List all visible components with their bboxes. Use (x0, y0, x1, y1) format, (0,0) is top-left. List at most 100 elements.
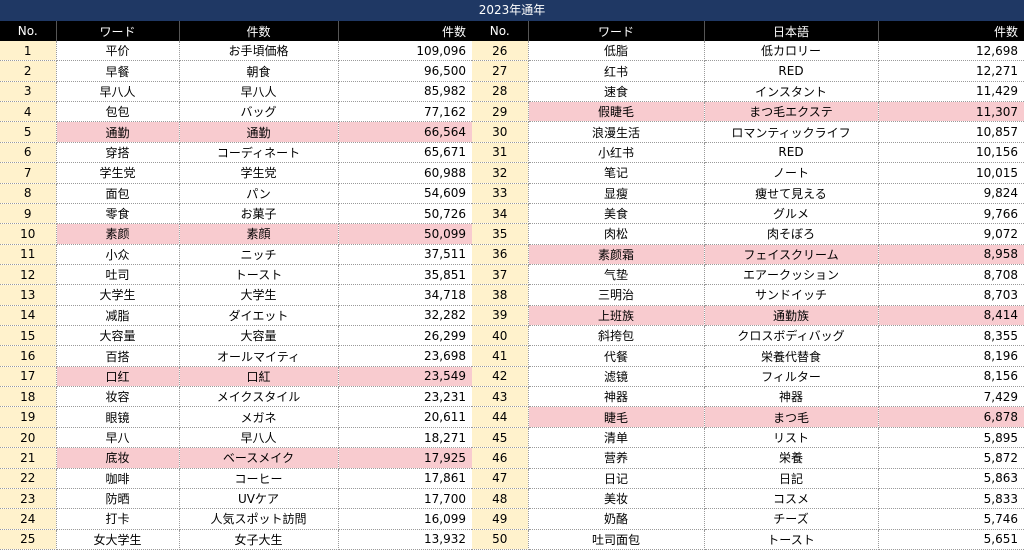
cell-word: 素颜 (56, 223, 180, 245)
cell-count: 8,355 (878, 325, 1024, 347)
cell-word: 减脂 (56, 305, 180, 327)
table-row: 7 学生党 学生党 60,988 (0, 162, 472, 184)
table-row: 12 吐司 トースト 35,851 (0, 264, 472, 286)
cell-word: 清单 (528, 427, 705, 449)
cell-word: 穿搭 (56, 142, 180, 164)
header-count: 件数 (878, 21, 1024, 41)
table-row: 30 浪漫生活 ロマンティックライフ 10,857 (472, 121, 1024, 143)
cell-jp: ニッチ (179, 244, 339, 265)
cell-count: 37,511 (338, 244, 472, 265)
cell-word: 口红 (56, 366, 180, 388)
cell-count: 8,156 (878, 366, 1024, 388)
cell-jp: 栄養代替食 (704, 345, 879, 367)
header-count: 件数 (338, 21, 472, 41)
table-row: 27 红书 RED 12,271 (472, 60, 1024, 82)
table-row: 44 睫毛 まつ毛 6,878 (472, 406, 1024, 428)
cell-count: 9,766 (878, 203, 1024, 225)
table-row: 6 穿搭 コーディネート 65,671 (0, 142, 472, 164)
table-row: 1 平价 お手頃価格 109,096 (0, 41, 472, 62)
cell-jp: チーズ (704, 508, 879, 530)
cell-count: 50,726 (338, 203, 472, 225)
table-row: 50 吐司面包 トースト 5,651 (472, 529, 1024, 550)
cell-word: 女大学生 (56, 529, 180, 550)
table-row: 2 早餐 朝食 96,500 (0, 60, 472, 82)
table-row: 26 低脂 低カロリー 12,698 (472, 41, 1024, 62)
cell-word: 笔记 (528, 162, 705, 184)
table-row: 14 减脂 ダイエット 32,282 (0, 305, 472, 327)
cell-jp: 大学生 (179, 284, 339, 306)
cell-no: 38 (472, 284, 529, 306)
cell-no: 23 (0, 488, 57, 510)
cell-word: 肉松 (528, 223, 705, 245)
cell-jp: コーヒー (179, 468, 339, 489)
cell-no: 3 (0, 81, 57, 103)
cell-count: 96,500 (338, 60, 472, 82)
cell-no: 34 (472, 203, 529, 225)
cell-jp: ダイエット (179, 305, 339, 327)
table-title: 2023年通年 (0, 0, 1024, 21)
cell-count: 8,958 (878, 244, 1024, 265)
cell-no: 10 (0, 223, 57, 245)
cell-no: 37 (472, 264, 529, 286)
header-row: No. ワード 件数 件数 (0, 21, 472, 41)
cell-no: 5 (0, 121, 57, 143)
cell-count: 17,861 (338, 468, 472, 489)
table-row: 40 斜挎包 クロスボディバッグ 8,355 (472, 325, 1024, 347)
cell-word: 咖啡 (56, 468, 180, 489)
cell-jp: RED (704, 60, 879, 82)
cell-count: 13,932 (338, 529, 472, 550)
cell-jp: UVケア (179, 488, 339, 510)
table-row: 28 速食 インスタント 11,429 (472, 81, 1024, 103)
table-row: 24 打卡 人気スポット訪問 16,099 (0, 508, 472, 530)
cell-jp: 素顔 (179, 223, 339, 245)
table-row: 22 咖啡 コーヒー 17,861 (0, 468, 472, 489)
table-row: 32 笔记 ノート 10,015 (472, 162, 1024, 184)
cell-no: 46 (472, 447, 529, 469)
cell-no: 44 (472, 406, 529, 428)
cell-jp: エアークッション (704, 264, 879, 286)
cell-no: 6 (0, 142, 57, 164)
cell-no: 24 (0, 508, 57, 530)
cell-count: 5,833 (878, 488, 1024, 510)
cell-jp: サンドイッチ (704, 284, 879, 306)
cell-no: 12 (0, 264, 57, 286)
cell-count: 5,863 (878, 468, 1024, 489)
cell-no: 39 (472, 305, 529, 327)
table-row: 18 妆容 メイクスタイル 23,231 (0, 386, 472, 408)
cell-jp: 神器 (704, 386, 879, 408)
cell-word: 假睫毛 (528, 101, 705, 123)
cell-word: 学生党 (56, 162, 180, 184)
cell-jp: ベースメイク (179, 447, 339, 469)
cell-no: 33 (472, 183, 529, 204)
cell-count: 32,282 (338, 305, 472, 327)
cell-count: 23,549 (338, 366, 472, 388)
table-row: 20 早八 早八人 18,271 (0, 427, 472, 449)
table-row: 21 底妆 ベースメイク 17,925 (0, 447, 472, 469)
cell-word: 神器 (528, 386, 705, 408)
cell-word: 上班族 (528, 305, 705, 327)
cell-jp: 学生党 (179, 162, 339, 184)
cell-count: 109,096 (338, 41, 472, 62)
cell-count: 6,878 (878, 406, 1024, 428)
cell-count: 10,857 (878, 121, 1024, 143)
cell-word: 红书 (528, 60, 705, 82)
cell-jp: 大容量 (179, 325, 339, 347)
cell-no: 17 (0, 366, 57, 388)
header-jp: 件数 (179, 21, 339, 41)
cell-jp: 肉そぼろ (704, 223, 879, 245)
cell-no: 41 (472, 345, 529, 367)
cell-jp: トースト (179, 264, 339, 286)
cell-word: 速食 (528, 81, 705, 103)
cell-no: 32 (472, 162, 529, 184)
cell-jp: バッグ (179, 101, 339, 123)
table-row: 48 美妆 コスメ 5,833 (472, 488, 1024, 510)
cell-no: 16 (0, 345, 57, 367)
cell-word: 平价 (56, 41, 180, 62)
cell-word: 三明治 (528, 284, 705, 306)
table-row: 34 美食 グルメ 9,766 (472, 203, 1024, 225)
cell-count: 77,162 (338, 101, 472, 123)
cell-no: 28 (472, 81, 529, 103)
cell-word: 代餐 (528, 345, 705, 367)
table-row: 11 小众 ニッチ 37,511 (0, 244, 472, 265)
table-row: 45 清单 リスト 5,895 (472, 427, 1024, 449)
